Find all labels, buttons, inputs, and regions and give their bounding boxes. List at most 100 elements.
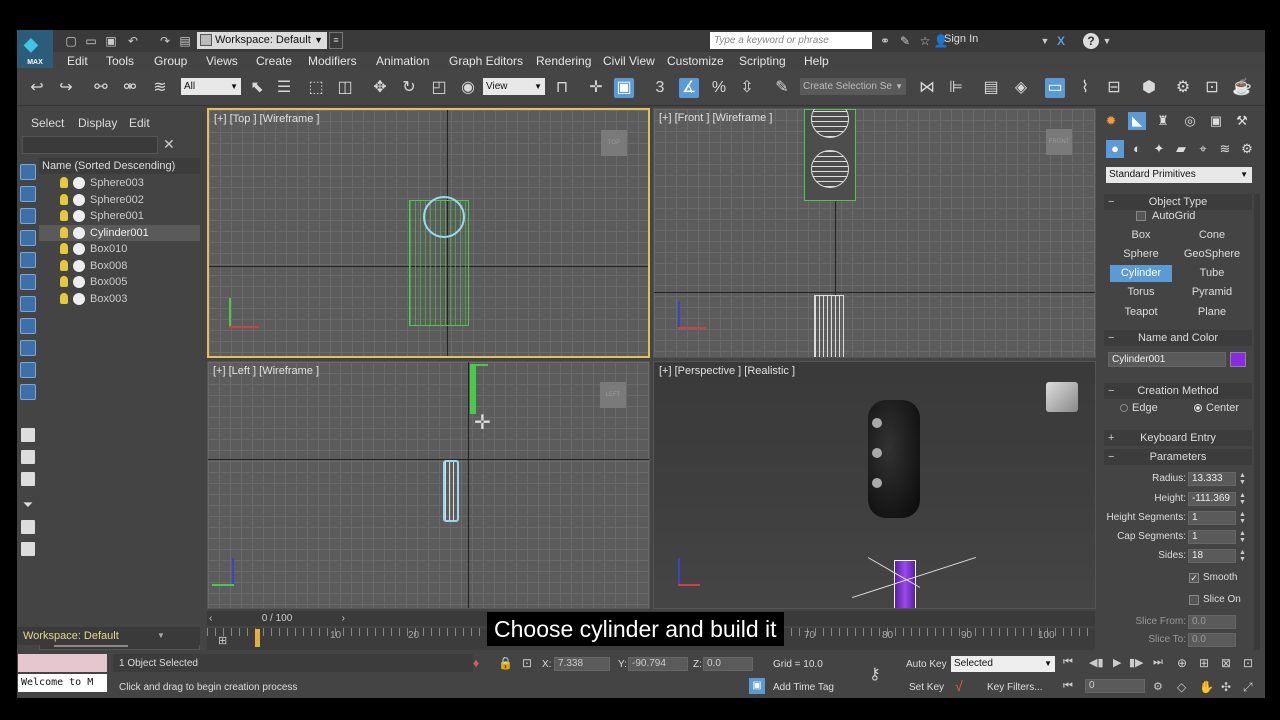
align-icon[interactable]: ⊫ (946, 78, 966, 98)
tube-button[interactable]: Tube (1181, 265, 1243, 282)
rectangular-selection-icon[interactable]: ⬚ (306, 78, 326, 98)
command-panel-scrollbar[interactable] (1254, 194, 1260, 664)
viewcube[interactable]: FRONT (1046, 129, 1072, 155)
binoculars-icon[interactable]: ⚭ (877, 33, 893, 49)
display-helpers-icon[interactable] (20, 252, 36, 268)
hierarchy-panel-icon[interactable]: ♜ (1154, 112, 1172, 130)
zoom-icon[interactable]: ⊕ (1177, 656, 1187, 670)
time-slider[interactable]: ‹ 0 / 100 › (207, 611, 347, 626)
display-all-icon[interactable] (21, 428, 35, 442)
spinner-snap-icon[interactable]: ⇳ (737, 78, 757, 98)
pivot-center-icon[interactable]: ⊓ (552, 78, 572, 98)
select-and-move-icon[interactable]: ✥ (370, 78, 390, 98)
center-radio[interactable] (1194, 404, 1202, 412)
key-icon[interactable]: ⚷ (869, 664, 881, 684)
display-invert-icon[interactable] (21, 472, 35, 486)
primitives-type-select[interactable]: Standard Primitives ▼ (1106, 167, 1252, 183)
freeze-toggle-icon[interactable] (73, 276, 85, 288)
object-color-swatch[interactable] (1230, 352, 1246, 367)
freeze-toggle-icon[interactable] (73, 210, 85, 222)
slice-on-checkbox[interactable] (1189, 595, 1199, 605)
light-bulb-icon[interactable] (60, 193, 68, 205)
viewcube[interactable] (1046, 382, 1078, 412)
display-groups-icon[interactable] (20, 296, 36, 312)
display-geometry-icon[interactable] (20, 164, 36, 180)
systems-category-icon[interactable]: ⚙ (1238, 140, 1256, 158)
explorer-search-input[interactable] (22, 136, 158, 154)
sign-in-link[interactable]: Sign In (944, 33, 978, 45)
z-coord-input[interactable]: 0.0 (703, 657, 753, 671)
render-production-icon[interactable]: ☕ (1232, 78, 1252, 98)
material-editor-icon[interactable]: ⬢ (1139, 78, 1159, 98)
favorites-star-icon[interactable]: ☆ (917, 33, 933, 49)
height-segments-input[interactable]: 1 (1188, 511, 1236, 525)
explorer-object-row[interactable]: Sphere003 (39, 175, 200, 192)
explorer-settings-icon[interactable] (21, 542, 35, 556)
rollout-name-and-color[interactable]: − Name and Color (1104, 330, 1252, 346)
box-button[interactable]: Box (1110, 227, 1172, 244)
viewport-label-top[interactable]: [+] [Top ] [Wireframe ] (214, 113, 319, 125)
viewport-perspective[interactable]: [+] [Perspective ] [Realistic ] (653, 361, 1096, 609)
menu-modifiers[interactable]: Modifiers (308, 54, 357, 68)
window-crossing-icon[interactable]: ◫ (335, 78, 355, 98)
field-of-view-icon[interactable]: ◇ (1177, 680, 1186, 694)
auto-key-button[interactable]: Auto Key (906, 659, 947, 670)
maxscript-listener-input[interactable] (18, 654, 107, 672)
workspace-menu-button[interactable]: ≡ (329, 32, 343, 49)
light-bulb-icon[interactable] (60, 259, 68, 271)
menu-rendering[interactable]: Rendering (536, 54, 591, 68)
selection-filter-select[interactable]: All ▼ (181, 78, 241, 95)
explorer-object-row[interactable]: Cylinder001 (39, 224, 200, 241)
project-folder-icon[interactable]: ▤ (177, 33, 193, 49)
key-filters-button[interactable]: Key Filters... (987, 682, 1043, 693)
radius-input[interactable]: 13.333 (1188, 472, 1236, 486)
select-and-rotate-icon[interactable]: ↻ (399, 78, 419, 98)
motion-panel-icon[interactable]: ◎ (1181, 112, 1199, 130)
filter-options-icon[interactable] (21, 520, 35, 534)
menu-help[interactable]: Help (804, 54, 829, 68)
slice-from-input[interactable]: 0.0 (1188, 615, 1236, 629)
display-frozen-icon[interactable] (20, 384, 36, 400)
zoom-extents-all-icon[interactable]: ⊠ (1221, 656, 1231, 670)
exchange-icon[interactable]: X (1053, 33, 1069, 49)
select-by-name-icon[interactable]: ☰ (274, 78, 294, 98)
viewport-label-perspective[interactable]: [+] [Perspective ] [Realistic ] (659, 365, 795, 377)
cap-segments-spinner[interactable]: ▲ ▼ (1239, 530, 1247, 544)
menu-scripting[interactable]: Scripting (739, 54, 786, 68)
slice-to-input[interactable]: 0.0 (1188, 633, 1236, 647)
menu-animation[interactable]: Animation (376, 54, 429, 68)
zoom-extents-icon[interactable]: ⊞ (1199, 656, 1209, 670)
toggle-ribbon-icon[interactable]: ▭ (1045, 78, 1065, 98)
select-and-place-icon[interactable]: ◉ (458, 78, 478, 98)
smooth-checkbox[interactable]: ✓ (1189, 573, 1199, 583)
layer-explorer-icon[interactable]: ◈ (1011, 78, 1031, 98)
mirror-icon[interactable]: ⋈ (917, 78, 937, 98)
maxscript-output[interactable]: Welcome to M (18, 674, 107, 692)
y-coord-input[interactable]: -90.794 (628, 657, 688, 671)
unlink-selection-icon[interactable]: ⚮ (120, 78, 140, 98)
search-input[interactable]: Type a keyword or phrase (710, 32, 872, 49)
display-shapes-icon[interactable] (20, 186, 36, 202)
add-time-tag-button[interactable]: Add Time Tag (773, 682, 834, 693)
maximize-viewport-icon[interactable]: ⤢ (1243, 680, 1253, 695)
selection-lock-icon[interactable]: 🔒 (498, 656, 513, 670)
isolate-selection-icon[interactable]: ♦ (473, 656, 479, 670)
edge-radio[interactable] (1120, 404, 1128, 412)
menu-group[interactable]: Group (154, 54, 187, 68)
light-bulb-icon[interactable] (60, 177, 68, 188)
utilities-panel-icon[interactable]: ⚒ (1233, 112, 1251, 130)
rollout-parameters[interactable]: − Parameters (1104, 449, 1252, 465)
next-frame-icon[interactable]: ▮▶ (1129, 656, 1144, 669)
select-and-link-icon[interactable]: ⚯ (91, 78, 111, 98)
track-bar-menu-icon[interactable]: ⊞ (218, 634, 234, 648)
menu-create[interactable]: Create (256, 54, 292, 68)
lights-category-icon[interactable]: ✦ (1150, 140, 1168, 158)
zoom-all-icon[interactable]: ⊡ (1243, 656, 1253, 670)
light-bulb-icon[interactable] (60, 226, 68, 238)
viewcube[interactable]: TOP (601, 130, 627, 156)
explorer-tab-select[interactable]: Select (31, 116, 64, 130)
schematic-view-icon[interactable]: ⊟ (1104, 78, 1124, 98)
play-icon[interactable]: ▶ (1113, 656, 1121, 669)
current-frame-marker[interactable] (255, 629, 260, 647)
freeze-toggle-icon[interactable] (73, 226, 85, 239)
